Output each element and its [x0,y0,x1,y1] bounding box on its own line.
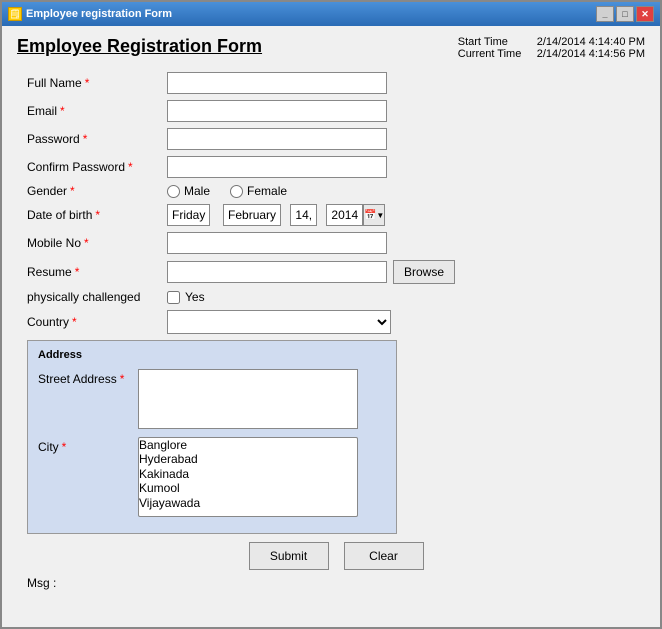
dropdown-arrow-icon: ▼ [376,211,384,220]
phys-challenge-yes-label: Yes [185,290,205,304]
confirm-password-input[interactable] [167,156,387,178]
resume-required: * [75,265,80,279]
confirm-password-label: Confirm Password * [27,160,167,174]
start-time-value: 2/14/2014 4:14:40 PM [537,36,645,48]
time-info: Start Time 2/14/2014 4:14:40 PM Current … [458,36,645,60]
full-name-label: Full Name * [27,76,167,90]
dob-label: Date of birth * [27,208,167,222]
resume-row: Resume * Browse [27,260,645,284]
dob-space2 [317,208,326,222]
phys-challenge-checkbox-row: Yes [167,290,205,304]
current-time-row: Current Time 2/14/2014 4:14:56 PM [458,48,645,60]
title-buttons: _ □ ✕ [596,6,654,22]
country-select[interactable] [167,310,391,334]
password-input[interactable] [167,128,387,150]
window-title: Employee registration Form [26,8,172,20]
form-section: Full Name * Email * Password * [27,72,645,590]
mobile-input[interactable] [167,232,387,254]
browse-button[interactable]: Browse [393,260,455,284]
full-name-input[interactable] [167,72,387,94]
window-icon: 🗒 [8,7,22,21]
gender-male-option[interactable]: Male [167,184,210,198]
phys-challenge-checkbox[interactable] [167,291,180,304]
resume-label: Resume * [27,265,167,279]
date-picker-row: Friday February 14, 2014 📅 [167,204,385,226]
calendar-icon: 📅 [364,210,376,221]
dob-row: Date of birth * Friday February 14, [27,204,645,226]
gender-female-label: Female [247,184,287,198]
gender-female-radio[interactable] [230,185,243,198]
full-name-required: * [85,76,90,90]
full-name-row: Full Name * [27,72,645,94]
gender-required: * [70,184,75,198]
resume-field-row: Browse [167,260,455,284]
maximize-button[interactable]: □ [616,6,634,22]
submit-button[interactable]: Submit [249,542,329,570]
gender-row: Gender * Male Female [27,184,645,198]
phys-challenge-label: physically challenged [27,290,167,304]
dob-sep1 [210,208,223,222]
street-required: * [120,372,125,386]
title-bar: 🗒 Employee registration Form _ □ ✕ [2,2,660,26]
clear-button[interactable]: Clear [344,542,424,570]
gender-label: Gender * [27,184,167,198]
header-row: Employee Registration Form Start Time 2/… [17,36,645,60]
street-address-label: Street Address * [38,369,138,386]
content-area: Employee Registration Form Start Time 2/… [2,26,660,627]
main-window: 🗒 Employee registration Form _ □ ✕ Emplo… [0,0,662,629]
gender-male-label: Male [184,184,210,198]
mobile-label: Mobile No * [27,236,167,250]
msg-label: Msg : [27,576,56,590]
gender-male-radio[interactable] [167,185,180,198]
start-time-row: Start Time 2/14/2014 4:14:40 PM [458,36,645,48]
gender-female-option[interactable]: Female [230,184,287,198]
msg-row: Msg : [27,576,645,590]
city-required: * [62,440,67,454]
resume-input[interactable] [167,261,387,283]
street-address-textarea[interactable] [138,369,358,429]
dob-date-field[interactable]: 14, [290,204,317,226]
current-time-value: 2/14/2014 4:14:56 PM [537,48,645,60]
password-label: Password * [27,132,167,146]
phys-challenge-row: physically challenged Yes [27,290,645,304]
password-row: Password * [27,128,645,150]
email-required: * [60,104,65,118]
button-row: Submit Clear [27,542,645,570]
dob-year-field[interactable]: 2014 [326,204,363,226]
dob-month-field[interactable]: February [223,204,281,226]
dob-day-field[interactable]: Friday [167,204,210,226]
country-label: Country * [27,315,167,329]
country-required: * [72,315,77,329]
address-legend: Address [38,349,386,361]
city-row: City * BangloreHyderabadKakinadaKumoolVi… [38,437,386,517]
dob-space [281,208,290,222]
mobile-required: * [84,236,89,250]
street-address-row: Street Address * [38,369,386,429]
email-label: Email * [27,104,167,118]
email-input[interactable] [167,100,387,122]
date-picker-button[interactable]: 📅 ▼ [363,204,385,226]
dob-required: * [95,208,100,222]
confirm-password-required: * [128,160,133,174]
country-row: Country * [27,310,645,334]
close-button[interactable]: ✕ [636,6,654,22]
address-section: Address Street Address * City * [27,340,397,534]
current-time-label: Current Time [458,48,533,60]
minimize-button[interactable]: _ [596,6,614,22]
title-bar-left: 🗒 Employee registration Form [8,7,172,21]
email-row: Email * [27,100,645,122]
form-title: Employee Registration Form [17,36,262,57]
password-required: * [83,132,88,146]
start-time-label: Start Time [458,36,533,48]
city-label: City * [38,437,138,454]
confirm-password-row: Confirm Password * [27,156,645,178]
gender-radio-group: Male Female [167,184,287,198]
mobile-row: Mobile No * [27,232,645,254]
city-listbox[interactable]: BangloreHyderabadKakinadaKumoolVijayawad… [138,437,358,517]
